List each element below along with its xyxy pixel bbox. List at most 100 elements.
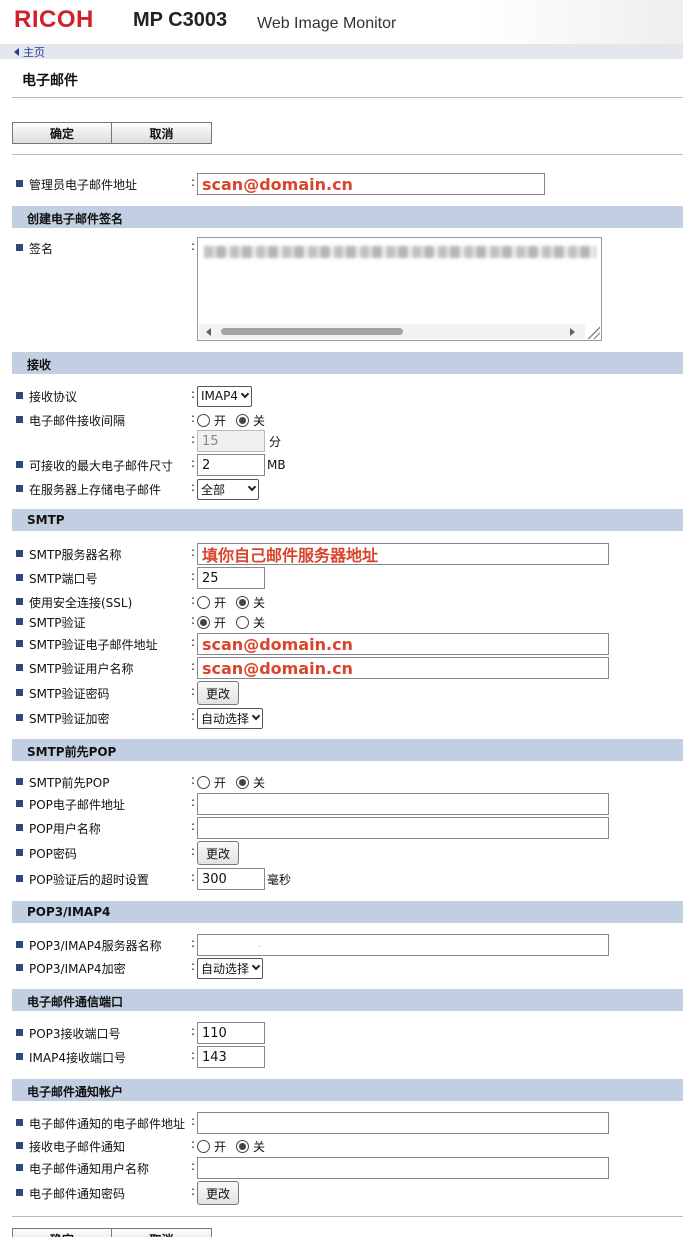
bullet-icon xyxy=(16,1029,23,1036)
smtp-auth-user-input[interactable]: scan@domain.cn xyxy=(197,657,609,679)
smtp-auth-enc-row: SMTP验证加密 : 自动选择 xyxy=(0,707,683,729)
pop-user-row: POP用户名称 : xyxy=(0,817,683,839)
bullet-icon xyxy=(16,664,23,671)
smtp-auth-email-label: SMTP验证电子邮件地址 xyxy=(29,638,158,652)
ricoh-logo: RICOH xyxy=(14,6,94,33)
popimap-server-row: POP3/IMAP4服务器名称 : . xyxy=(0,934,683,956)
interval-value-row: : 15 分 xyxy=(0,430,683,452)
pop-before-on-radio[interactable]: 开 xyxy=(197,774,226,791)
cancel-button-bottom[interactable]: 取消 xyxy=(112,1228,212,1237)
smtp-auth-pass-change-button[interactable]: 更改 xyxy=(197,681,240,705)
max-size-row: 可接收的最大电子邮件尺寸 : 2 MB xyxy=(0,454,683,476)
admin-email-row: 管理员电子邮件地址 : scan@domain.cn xyxy=(0,173,683,195)
smtp-auth-email-input[interactable]: scan@domain.cn xyxy=(197,633,609,655)
signature-textarea[interactable] xyxy=(197,237,602,341)
pop-pass-change-button[interactable]: 更改 xyxy=(197,841,240,865)
notify-receive-row: 接收电子邮件通知 : 开 关 xyxy=(0,1135,683,1157)
smtp-server-label: SMTP服务器名称 xyxy=(29,548,122,562)
bullet-icon xyxy=(16,778,23,785)
imap4-port-label: IMAP4接收端口号 xyxy=(29,1051,126,1065)
smtp-auth-enc-select[interactable]: 自动选择 xyxy=(197,707,264,729)
notify-user-input[interactable] xyxy=(197,1157,609,1179)
divider xyxy=(12,97,683,98)
receive-protocol-select[interactable]: IMAP4 xyxy=(197,385,252,407)
section-pop3-imap4: POP3/IMAP4 xyxy=(12,901,683,923)
cancel-button[interactable]: 取消 xyxy=(112,122,212,144)
notify-pass-label: 电子邮件通知密码 xyxy=(29,1187,126,1201)
radio-on-icon xyxy=(197,1139,210,1153)
store-label: 在服务器上存储电子邮件 xyxy=(29,483,162,497)
bullet-icon xyxy=(16,875,23,882)
smtp-port-label: SMTP端口号 xyxy=(29,572,98,586)
back-arrow-icon xyxy=(14,48,19,56)
horizontal-scrollbar[interactable] xyxy=(199,324,585,339)
notify-receive-on-radio[interactable]: 开 xyxy=(197,1138,226,1155)
bullet-icon xyxy=(16,849,23,856)
smtp-auth-off-radio[interactable]: 关 xyxy=(236,614,265,631)
pop3-port-label: POP3接收端口号 xyxy=(29,1027,121,1041)
interval-off-radio[interactable]: 关 xyxy=(236,412,265,429)
popimap-enc-row: POP3/IMAP4加密 : 自动选择 xyxy=(0,957,683,979)
pop-email-label: POP电子邮件地址 xyxy=(29,798,125,812)
smtp-port-input[interactable]: 25 xyxy=(197,567,265,589)
section-notify-account: 电子邮件通知帐户 xyxy=(12,1079,683,1101)
header-banner: RICOH MP C3003 Web Image Monitor xyxy=(0,0,683,44)
ssl-on-radio[interactable]: 开 xyxy=(197,594,226,611)
notify-pass-change-button[interactable]: 更改 xyxy=(197,1181,240,1205)
ssl-off-radio[interactable]: 关 xyxy=(236,594,265,611)
scroll-thumb[interactable] xyxy=(221,328,403,335)
bullet-icon xyxy=(16,244,23,251)
store-select[interactable]: 全部 xyxy=(197,478,259,500)
interval-on-radio[interactable]: 开 xyxy=(197,412,226,429)
smtp-auth-email-row: SMTP验证电子邮件地址 : scan@domain.cn xyxy=(0,633,683,655)
popimap-enc-label: POP3/IMAP4加密 xyxy=(29,962,126,976)
product-name: Web Image Monitor xyxy=(257,15,397,32)
pop-pass-row: POP密码 : 更改 xyxy=(0,841,683,865)
pop-pass-label: POP密码 xyxy=(29,847,77,861)
notify-email-input[interactable] xyxy=(197,1112,609,1134)
home-link[interactable]: 主页 xyxy=(14,44,45,60)
pop-user-label: POP用户名称 xyxy=(29,822,101,836)
interval-input[interactable]: 15 xyxy=(197,430,265,452)
popimap-server-input[interactable]: . xyxy=(197,934,609,956)
receive-protocol-label: 接收协议 xyxy=(29,390,78,404)
bullet-icon xyxy=(16,800,23,807)
ok-button-bottom[interactable]: 确定 xyxy=(12,1228,112,1237)
chevron-down-icon xyxy=(240,389,250,399)
bullet-icon xyxy=(16,1189,23,1196)
pop-user-input[interactable] xyxy=(197,817,609,839)
radio-off-icon xyxy=(236,1139,250,1153)
divider xyxy=(12,1216,683,1217)
admin-email-label: 管理员电子邮件地址 xyxy=(29,178,138,192)
bullet-icon xyxy=(16,485,23,492)
smtp-auth-on-radio[interactable]: 开 xyxy=(197,614,226,631)
notify-email-label: 电子邮件通知的电子邮件地址 xyxy=(29,1117,186,1131)
popimap-enc-select[interactable]: 自动选择 xyxy=(197,957,264,979)
smtp-auth-pass-label: SMTP验证密码 xyxy=(29,687,110,701)
bullet-icon xyxy=(16,392,23,399)
pop-before-off-radio[interactable]: 关 xyxy=(236,774,265,791)
bullet-icon xyxy=(16,1164,23,1171)
notify-receive-label: 接收电子邮件通知 xyxy=(29,1140,126,1154)
pop3-port-input[interactable]: 110 xyxy=(197,1022,265,1044)
pop-email-input[interactable] xyxy=(197,793,609,815)
scroll-right-icon[interactable] xyxy=(570,328,575,336)
admin-email-input[interactable]: scan@domain.cn xyxy=(197,173,545,195)
scroll-left-icon[interactable] xyxy=(206,328,211,336)
ssl-label: 使用安全连接(SSL) xyxy=(29,596,133,610)
max-size-input[interactable]: 2 xyxy=(197,454,265,476)
bullet-icon xyxy=(16,1142,23,1149)
bullet-icon xyxy=(16,598,23,605)
pop-timeout-input[interactable]: 300 xyxy=(197,868,265,890)
notify-email-row: 电子邮件通知的电子邮件地址 : xyxy=(0,1112,683,1134)
resize-grip-icon[interactable] xyxy=(586,325,600,339)
interval-unit: 分 xyxy=(269,434,282,449)
pop-timeout-row: POP验证后的超时设置 : 300 毫秒 xyxy=(0,868,683,890)
smtp-server-input[interactable]: 填你自己邮件服务器地址 xyxy=(197,543,609,565)
notify-receive-off-radio[interactable]: 关 xyxy=(236,1138,265,1155)
radio-on-icon xyxy=(197,413,210,427)
smtp-auth-user-row: SMTP验证用户名称 : scan@domain.cn xyxy=(0,657,683,679)
signature-label: 签名 xyxy=(29,242,54,256)
ok-button[interactable]: 确定 xyxy=(12,122,112,144)
imap4-port-input[interactable]: 143 xyxy=(197,1046,265,1068)
